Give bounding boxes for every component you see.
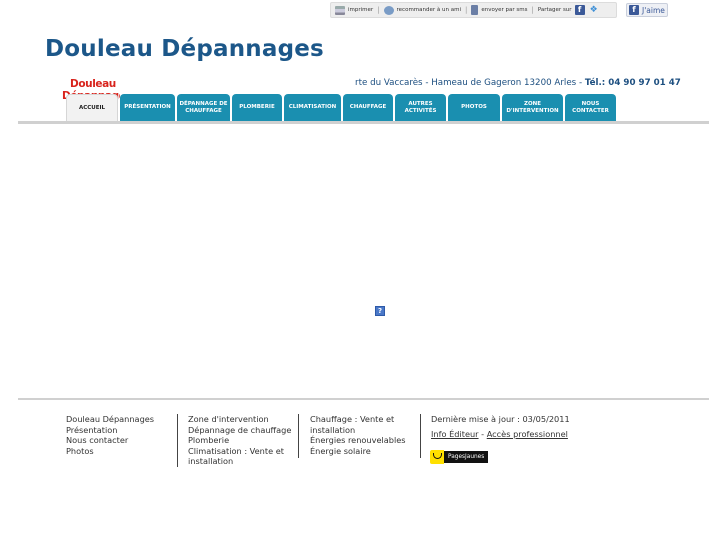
footer-link[interactable]: Énergies renouvelables (310, 435, 420, 446)
footer-link[interactable]: Plomberie (188, 435, 296, 446)
tab-chauffage[interactable]: CHAUFFAGE (343, 94, 393, 121)
recommend-link[interactable]: recommander à un ami (383, 5, 461, 15)
recommend-icon (383, 5, 394, 15)
footer-column-2: Zone d'intervention Dépannage de chauffa… (177, 414, 296, 467)
facebook-share-icon[interactable]: f (574, 5, 585, 15)
pages-jaunes-logo-icon (430, 450, 444, 464)
tab-accueil[interactable]: ACCUEIL (66, 94, 118, 121)
footer-link[interactable]: Climatisation : Vente et installation (188, 446, 296, 467)
toolbar-separator: | (531, 6, 534, 14)
acces-professionnel-link[interactable]: Accès professionnel (487, 429, 568, 439)
tab-climatisation[interactable]: CLIMATISATION (284, 94, 341, 121)
last-updated: Dernière mise à jour : 03/05/2011 (431, 414, 570, 424)
printer-icon (335, 5, 345, 15)
missing-plugin-icon[interactable]: ? (375, 306, 385, 316)
sms-label: envoyer par sms (481, 7, 528, 13)
footer-link[interactable]: Énergie solaire (310, 446, 420, 457)
facebook-icon: f (629, 5, 639, 15)
pages-jaunes-label: PagesJaunes (444, 451, 489, 463)
footer-divider (18, 398, 709, 400)
tab-photos[interactable]: PHOTOS (448, 94, 500, 121)
share-label: Partager sur (537, 7, 572, 13)
phone-number: Tél.: 04 90 97 01 47 (584, 78, 681, 88)
tab-presentation[interactable]: PRÉSENTATION (120, 94, 175, 121)
footer-link[interactable]: Zone d'intervention (188, 414, 296, 425)
footer-link[interactable]: Douleau Dépannages (66, 414, 176, 425)
footer-link[interactable]: Photos (66, 446, 176, 457)
like-label: J'aime (642, 5, 665, 15)
footer-column-3: Chauffage : Vente et installation Énergi… (298, 414, 420, 458)
nav-divider (18, 121, 709, 124)
share-group: Partager sur f ❖ (538, 5, 598, 15)
tab-autres-activites[interactable]: AUTRES ACTIVITÉS (395, 94, 446, 121)
facebook-like-button[interactable]: f J'aime (626, 3, 668, 17)
main-navigation: ACCUEIL PRÉSENTATION DÉPANNAGE DE CHAUFF… (66, 94, 616, 121)
contact-address: rte du Vaccarès - Hameau de Gageron 1320… (355, 78, 681, 88)
twitter-share-icon[interactable]: ❖ (590, 5, 598, 15)
tab-plomberie[interactable]: PLOMBERIE (232, 94, 282, 121)
mobile-phone-icon (471, 5, 479, 15)
footer-link[interactable]: Chauffage : Vente et installation (310, 414, 420, 435)
site-title: Douleau Dépannages (45, 36, 324, 62)
print-link[interactable]: imprimer (335, 5, 374, 15)
tab-depannage-chauffage[interactable]: DÉPANNAGE DE CHAUFFAGE (177, 94, 230, 121)
utility-toolbar: imprimer | recommander à un ami | envoye… (330, 2, 617, 18)
tab-zone-intervention[interactable]: ZONE D'INTERVENTION (502, 94, 563, 121)
footer-link[interactable]: Dépannage de chauffage (188, 425, 296, 436)
address-text: rte du Vaccarès - Hameau de Gageron 1320… (355, 78, 585, 88)
pages-jaunes-badge[interactable]: PagesJaunes (430, 450, 489, 464)
tab-nous-contacter[interactable]: NOUS CONTACTER (565, 94, 616, 121)
link-separator: - (478, 428, 487, 439)
footer-column-1: Douleau Dépannages Présentation Nous con… (66, 414, 176, 456)
toolbar-separator: | (465, 6, 468, 14)
toolbar-separator: | (377, 6, 380, 14)
sms-link[interactable]: envoyer par sms (471, 5, 527, 15)
print-label: imprimer (348, 7, 374, 13)
footer-link[interactable]: Présentation (66, 425, 176, 436)
recommend-label: recommander à un ami (396, 7, 461, 13)
logo-line-1: Douleau (70, 78, 116, 90)
info-editeur-link[interactable]: Info Éditeur (431, 429, 479, 439)
footer-link[interactable]: Nous contacter (66, 435, 176, 446)
footer-legal-links: Info Éditeur - Accès professionnel (431, 429, 620, 440)
